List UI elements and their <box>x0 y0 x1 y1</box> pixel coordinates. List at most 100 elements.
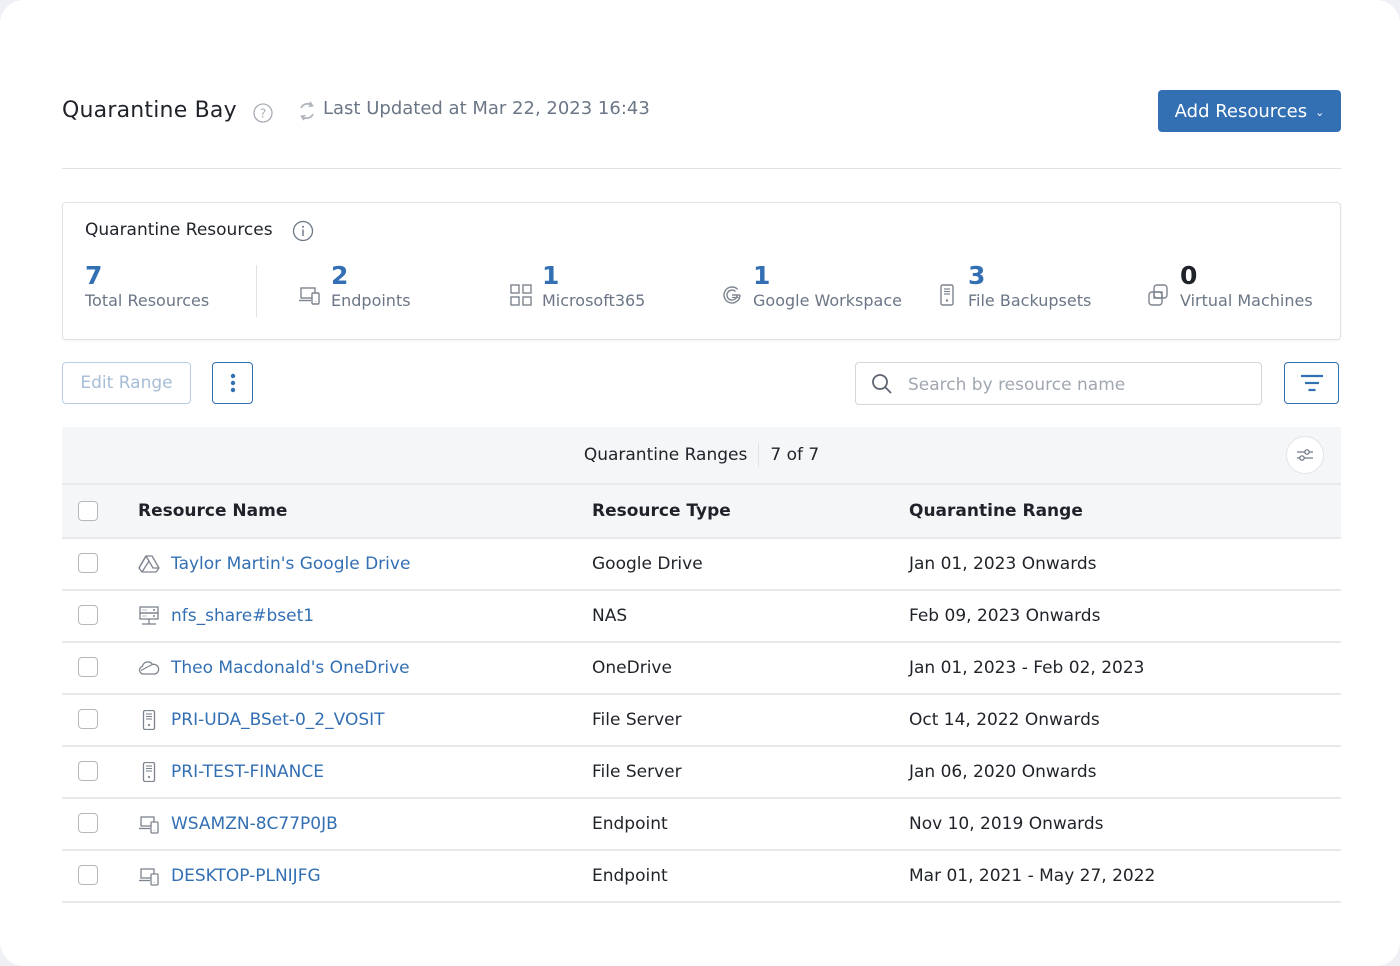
column-settings-button[interactable] <box>1286 436 1324 474</box>
quarantine-resources-summary: Quarantine Resources 7 Total Resources 2… <box>62 202 1341 340</box>
table-body: Taylor Martin's Google Drive Google Driv… <box>62 539 1341 903</box>
stat-endpoints[interactable]: 2 Endpoints <box>331 261 411 311</box>
row-checkbox[interactable] <box>78 813 98 833</box>
resource-type: Endpoint <box>592 814 668 834</box>
nas-icon <box>139 606 159 625</box>
table-row: PRI-UDA_BSet-0_2_VOSIT File Server Oct 1… <box>62 695 1341 747</box>
kebab-menu-icon <box>230 373 235 393</box>
resource-name-link[interactable]: nfs_share#bset1 <box>171 591 314 641</box>
table-row: PRI-TEST-FINANCE File Server Jan 06, 202… <box>62 747 1341 799</box>
server-tower-icon <box>142 762 156 782</box>
quarantine-range: Feb 09, 2023 Onwards <box>909 606 1101 626</box>
vm-icon <box>1148 284 1168 306</box>
table-caption: Quarantine Ranges 7 of 7 <box>62 427 1341 485</box>
cloud-icon <box>138 661 160 675</box>
devices-icon <box>299 287 320 305</box>
resource-type: Endpoint <box>592 866 668 886</box>
devices-icon <box>139 868 159 886</box>
search-icon <box>872 374 892 394</box>
quarantine-range: Oct 14, 2022 Onwards <box>909 710 1100 730</box>
table-header-row: Resource Name Resource Type Quarantine R… <box>62 485 1341 539</box>
google-icon <box>723 286 741 304</box>
stat-value: 2 <box>331 261 349 290</box>
page-title: Quarantine Bay <box>62 98 237 123</box>
stat-value: 1 <box>753 261 771 290</box>
resource-name-link[interactable]: PRI-TEST-FINANCE <box>171 747 324 797</box>
quarantine-range: Mar 01, 2021 - May 27, 2022 <box>909 866 1156 886</box>
more-options-button[interactable] <box>212 362 253 404</box>
resource-type: OneDrive <box>592 658 672 678</box>
column-header-resource-name[interactable]: Resource Name <box>138 485 287 537</box>
edit-range-button[interactable]: Edit Range <box>62 362 191 404</box>
table-count: 7 of 7 <box>770 445 820 465</box>
row-checkbox[interactable] <box>78 709 98 729</box>
row-checkbox[interactable] <box>78 761 98 781</box>
resource-name-link[interactable]: PRI-UDA_BSet-0_2_VOSIT <box>171 695 385 745</box>
stat-label: Google Workspace <box>753 291 902 310</box>
grid-icon <box>510 284 532 306</box>
table-row: WSAMZN-8C77P0JB Endpoint Nov 10, 2019 On… <box>62 799 1341 851</box>
select-all-checkbox[interactable] <box>78 501 98 521</box>
stat-microsoft365[interactable]: 1 Microsoft365 <box>542 261 645 311</box>
server-tower-icon <box>940 284 954 306</box>
chevron-down-icon: ⌄ <box>1315 105 1325 119</box>
stat-virtual-machines[interactable]: 0 Virtual Machines <box>1180 261 1313 311</box>
page-header: Quarantine Bay ? Last Updated at Mar 22,… <box>62 90 1341 169</box>
stat-google-workspace[interactable]: 1 Google Workspace <box>753 261 902 311</box>
resource-type: Google Drive <box>592 554 703 574</box>
quarantine-range: Jan 06, 2020 Onwards <box>909 762 1097 782</box>
stat-file-backupsets[interactable]: 3 File Backupsets <box>968 261 1091 311</box>
search-box <box>855 362 1262 406</box>
svg-text:?: ? <box>260 107 266 121</box>
table-row: Taylor Martin's Google Drive Google Driv… <box>62 539 1341 591</box>
table-row: nfs_share#bset1 NAS Feb 09, 2023 Onwards <box>62 591 1341 643</box>
last-updated-text: Last Updated at Mar 22, 2023 16:43 <box>323 98 650 119</box>
search-input[interactable] <box>906 363 1250 406</box>
stat-label: Endpoints <box>331 291 411 310</box>
stat-value: 0 <box>1180 261 1198 290</box>
row-checkbox[interactable] <box>78 553 98 573</box>
info-icon[interactable] <box>292 220 314 242</box>
row-checkbox[interactable] <box>78 657 98 677</box>
filter-icon <box>1300 374 1323 392</box>
resource-name-link[interactable]: Theo Macdonald's OneDrive <box>171 643 410 693</box>
summary-title: Quarantine Resources <box>85 220 273 240</box>
stat-label: Total Resources <box>85 291 210 310</box>
add-resources-label: Add Resources <box>1174 100 1308 122</box>
table-row: Theo Macdonald's OneDrive OneDrive Jan 0… <box>62 643 1341 695</box>
stat-total-resources[interactable]: 7 Total Resources <box>85 261 209 311</box>
refresh-icon[interactable] <box>297 100 317 122</box>
stat-divider <box>256 265 257 317</box>
stat-value: 3 <box>968 261 986 290</box>
devices-icon <box>139 816 159 834</box>
column-header-resource-type[interactable]: Resource Type <box>592 485 731 537</box>
resource-name-link[interactable]: DESKTOP-PLNIJFG <box>171 851 321 901</box>
stat-label: Virtual Machines <box>1180 291 1313 310</box>
resource-type: File Server <box>592 710 682 730</box>
stat-label: Microsoft365 <box>542 291 646 310</box>
caption-divider <box>758 443 760 467</box>
table-row: DESKTOP-PLNIJFG Endpoint Mar 01, 2021 - … <box>62 851 1341 903</box>
resource-type: File Server <box>592 762 682 782</box>
resource-name-link[interactable]: WSAMZN-8C77P0JB <box>171 799 338 849</box>
sliders-icon <box>1297 449 1313 461</box>
stat-value: 7 <box>85 261 103 290</box>
resource-type: NAS <box>592 606 628 626</box>
google-drive-icon <box>138 555 160 573</box>
quarantine-range: Jan 01, 2023 Onwards <box>909 554 1097 574</box>
add-resources-button[interactable]: Add Resources ⌄ <box>1158 90 1341 132</box>
column-header-quarantine-range[interactable]: Quarantine Range <box>909 485 1083 537</box>
row-checkbox[interactable] <box>78 865 98 885</box>
help-icon[interactable]: ? <box>253 103 273 123</box>
stat-label: File Backupsets <box>968 291 1092 310</box>
table-title: Quarantine Ranges <box>583 445 748 465</box>
stat-value: 1 <box>542 261 560 290</box>
server-tower-icon <box>142 710 156 730</box>
quarantine-bay-page: Quarantine Bay ? Last Updated at Mar 22,… <box>0 0 1400 966</box>
resource-name-link[interactable]: Taylor Martin's Google Drive <box>171 539 410 589</box>
quarantine-ranges-table: Quarantine Ranges 7 of 7 Resource Name R… <box>62 427 1341 903</box>
quarantine-range: Nov 10, 2019 Onwards <box>909 814 1104 834</box>
quarantine-range: Jan 01, 2023 - Feb 02, 2023 <box>909 658 1145 678</box>
filter-button[interactable] <box>1284 362 1339 404</box>
row-checkbox[interactable] <box>78 605 98 625</box>
